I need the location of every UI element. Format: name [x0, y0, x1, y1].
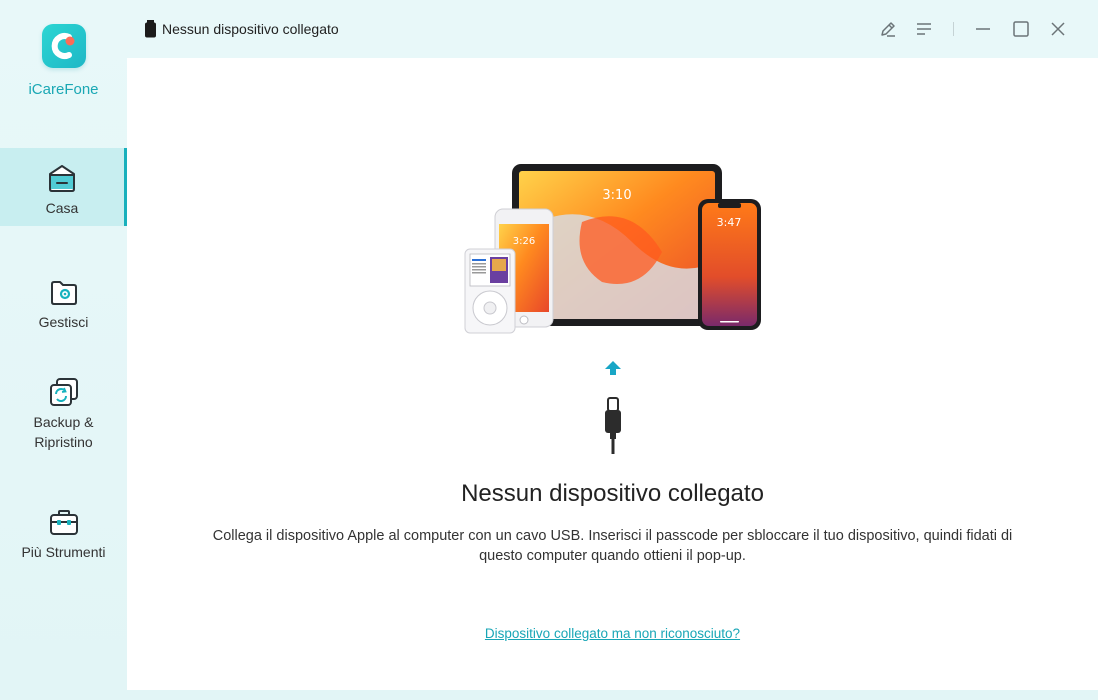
backup-restore-icon: [49, 378, 78, 406]
connection-instructions: Collega il dispositivo Apple al computer…: [212, 528, 1013, 564]
toolbox-icon: [49, 510, 78, 535]
sidebar-item-label: Casa: [45, 200, 79, 216]
up-arrow-icon: [605, 361, 621, 375]
device-not-recognized-link[interactable]: Dispositivo collegato ma non riconosciut…: [127, 626, 1098, 641]
manage-folder-icon: [50, 281, 77, 305]
feedback-icon[interactable]: [877, 18, 899, 40]
menu-icon[interactable]: [913, 18, 935, 40]
title-bar: Nessun dispositivo collegato: [127, 0, 1098, 58]
brand-name: iCareFone: [28, 81, 99, 98]
sidebar-item-backup-ripristino[interactable]: Backup & Ripristino: [0, 376, 127, 460]
icarefone-logo-icon: [41, 24, 86, 68]
apple-devices-illustration: 3:10 3:26 3:47: [464, 164, 761, 334]
close-icon[interactable]: [1047, 18, 1069, 40]
brand: iCareFone: [0, 24, 127, 98]
sidebar-item-label-line2: Ripristino: [34, 434, 93, 450]
home-icon: [49, 165, 75, 192]
bottom-border: [127, 690, 1098, 700]
app-window: iCareFone Casa Gestisci Backup & Riprist…: [0, 0, 1098, 700]
device-disconnected-icon: [145, 20, 156, 38]
sidebar-item-casa[interactable]: Casa: [0, 148, 127, 226]
maximize-icon[interactable]: [1010, 18, 1032, 40]
lightning-cable-icon: [605, 397, 621, 454]
page-title: Nessun dispositivo collegato: [461, 480, 764, 507]
sidebar: iCareFone Casa Gestisci Backup & Riprist…: [0, 0, 127, 700]
iphone-clock: 3:47: [717, 216, 742, 229]
title-bar-divider: [953, 22, 954, 36]
sidebar-item-label: Più Strumenti: [21, 544, 106, 560]
sidebar-item-gestisci[interactable]: Gestisci: [0, 276, 127, 336]
connection-status: Nessun dispositivo collegato: [162, 21, 339, 37]
ipad-clock: 3:10: [602, 188, 631, 203]
sidebar-item-label: Gestisci: [38, 314, 89, 330]
minimize-icon[interactable]: [972, 18, 994, 40]
sidebar-item-piu-strumenti[interactable]: Più Strumenti: [0, 506, 127, 566]
ipod-touch-clock: 3:26: [513, 236, 535, 247]
main-content: Nessun dispositivo collegato 3:10 3:26 3…: [127, 0, 1098, 690]
sidebar-item-label: Backup &: [33, 414, 94, 430]
